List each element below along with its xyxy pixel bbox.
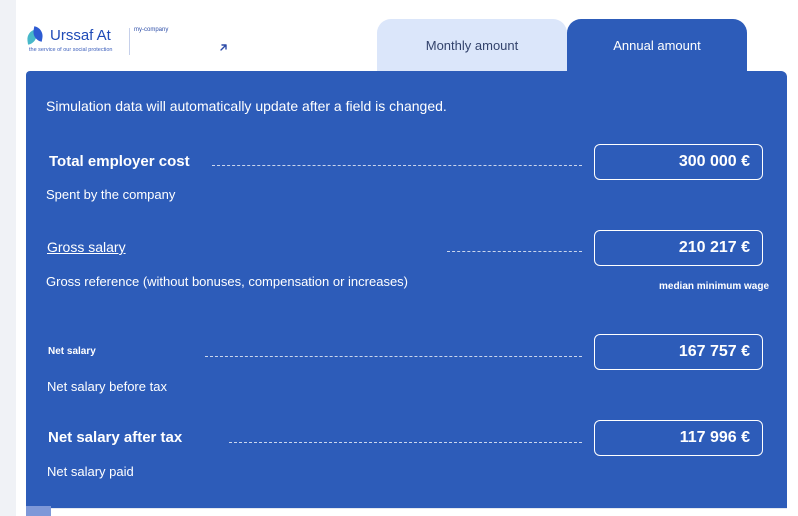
tab-monthly-amount[interactable]: Monthly amount — [377, 19, 567, 71]
brand-tag: my-company — [134, 27, 169, 33]
update-notice: Simulation data will automatically updat… — [46, 98, 447, 114]
row-net-salary-after-tax: Net salary after tax 117 996 € Net salar… — [26, 420, 787, 492]
row-total-employer-cost: Total employer cost 300 000 € Spent by t… — [26, 144, 787, 216]
net-salary-field[interactable]: 167 757 € — [594, 334, 763, 370]
tab-monthly-label: Monthly amount — [425, 37, 519, 53]
logo-mark-icon — [26, 26, 45, 45]
gross-salary-field[interactable]: 210 217 € — [594, 230, 763, 266]
amount-period-tabs: Monthly amount Annual amount — [377, 19, 747, 71]
page: Urssaf At the service of our social prot… — [0, 0, 798, 516]
leader-dots — [447, 251, 582, 252]
total-employer-cost-field[interactable]: 300 000 € — [594, 144, 763, 180]
logo-divider — [129, 28, 130, 55]
total-employer-cost-hint: Spent by the company — [46, 187, 176, 202]
tab-annual-amount[interactable]: Annual amount — [567, 19, 747, 71]
net-salary-hint: Net salary before tax — [47, 379, 167, 394]
bottom-accent — [26, 506, 51, 516]
bottom-strip — [26, 508, 787, 516]
leader-dots — [212, 165, 582, 166]
brand-logo[interactable]: Urssaf At the service of our social prot… — [26, 25, 226, 60]
net-salary-after-tax-field[interactable]: 117 996 € — [594, 420, 763, 456]
simulation-panel: Simulation data will automatically updat… — [26, 71, 787, 508]
total-employer-cost-label: Total employer cost — [49, 153, 190, 170]
leader-dots — [205, 356, 582, 357]
row-net-salary: Net salary 167 757 € Net salary before t… — [26, 334, 787, 406]
gross-salary-label[interactable]: Gross salary — [47, 239, 126, 255]
gross-salary-hint: Gross reference (without bonuses, compen… — [46, 274, 409, 289]
left-strip — [0, 0, 16, 516]
net-salary-label: Net salary — [48, 346, 96, 357]
net-salary-after-tax-hint: Net salary paid — [47, 464, 134, 479]
median-minimum-wage-note: median minimum wage — [659, 281, 770, 292]
tab-annual-label: Annual amount — [613, 37, 701, 53]
leader-dots — [229, 442, 582, 443]
arrow-up-right-icon[interactable] — [219, 43, 228, 52]
brand-name: Urssaf At — [50, 27, 111, 44]
brand-tagline: the service of our social protection — [29, 47, 113, 53]
net-salary-after-tax-label: Net salary after tax — [48, 429, 183, 446]
